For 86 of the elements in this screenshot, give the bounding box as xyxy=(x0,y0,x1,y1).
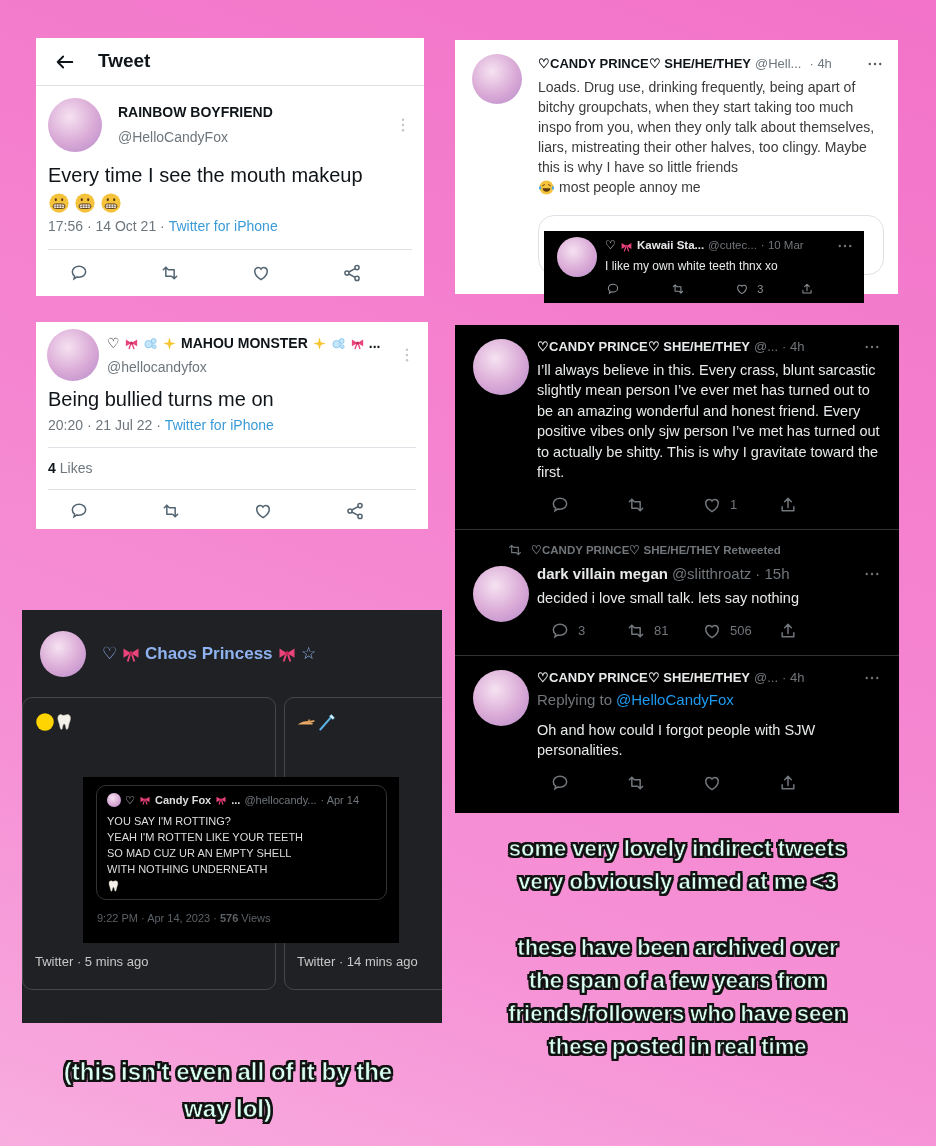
tweet-text: Being bullied turns me on xyxy=(48,387,275,411)
likes-label: Likes xyxy=(59,459,93,478)
star-symbol: ☆ xyxy=(300,642,316,665)
tweet-timestamp: 17:56 · 14 Oct 21 · xyxy=(48,217,165,236)
source-link[interactable]: Twitter for iPhone xyxy=(164,415,274,436)
user-handle: @slitthroatz xyxy=(671,563,752,584)
user-handle: @... xyxy=(754,668,779,687)
tweet-time: · 4h xyxy=(782,668,805,687)
display-name: Candy Fox xyxy=(155,793,212,808)
laughing-emoji-icon xyxy=(538,179,555,197)
share-icon[interactable] xyxy=(341,263,362,283)
tweet-time: · 4h xyxy=(782,338,805,356)
display-name: ♡CANDY PRINCE♡ SHE/HE/THEY xyxy=(538,55,751,73)
caption-text: some very lovely indirect tweets very obviously aimed at me <3 xyxy=(507,835,848,896)
tweet-time: · 4h xyxy=(809,55,832,73)
tooth-icon xyxy=(107,878,121,893)
action-count: 1 xyxy=(730,495,738,514)
action-count: 3 xyxy=(578,622,586,640)
avatar xyxy=(107,793,121,808)
tweet-timestamp: 9:22 PM · Apr 14, 2023 · 576 Views xyxy=(96,910,272,926)
tweet-time: · 10 Mar xyxy=(760,238,804,254)
display-name: Kawaii Sta... xyxy=(637,238,705,254)
display-name: ♡CANDY PRINCE♡ SHE/HE/THEY xyxy=(537,338,750,356)
speech-bubble-icon[interactable] xyxy=(69,501,89,521)
share-icon[interactable] xyxy=(345,501,365,521)
caption-text: these have been archived over the span of a few years from friends/followers who have seen these posted in real time xyxy=(507,934,848,1061)
replying-label: Replying to xyxy=(537,690,613,711)
bubbles-icon xyxy=(330,335,346,351)
sparkle-icon xyxy=(162,335,177,351)
action-count: 81 xyxy=(654,622,669,640)
tweet-time: · 15h xyxy=(755,563,790,584)
source-link[interactable]: Twitter for iPhone xyxy=(168,216,278,237)
display-name: RAINBOW BOYFRIEND xyxy=(118,103,273,122)
tweet-timestamp: 20:20 · 21 Jul 22 · xyxy=(48,416,161,435)
action-count: 3 xyxy=(757,282,764,297)
grimace-emoji-icon xyxy=(100,191,122,214)
likes-count: 4 xyxy=(48,459,56,478)
heart-symbol: ♡ xyxy=(107,333,120,353)
display-name: Chaos Princess xyxy=(145,642,273,665)
ellipsis: ... xyxy=(368,333,381,353)
action-count: 506 xyxy=(730,622,752,640)
grimace-emoji-icon xyxy=(74,191,96,214)
bow-icon xyxy=(215,794,228,807)
heart-icon[interactable] xyxy=(735,282,750,297)
tweet-time: · Apr 14 xyxy=(320,793,360,808)
avatar xyxy=(48,98,102,152)
tweet-text: most people annoy me xyxy=(559,178,701,195)
circle-emoji-icon xyxy=(35,712,55,732)
heart-symbol: ♡ xyxy=(102,642,117,665)
grimace-emoji-icon xyxy=(48,191,70,214)
bubbles-icon xyxy=(143,335,158,351)
sparkle-icon xyxy=(311,335,327,351)
avatar xyxy=(473,339,529,395)
toothbrush-icon xyxy=(317,712,337,732)
display-name: MAHOU MONSTER xyxy=(181,333,308,353)
retweet-icon[interactable] xyxy=(670,282,685,297)
ellipsis: ... xyxy=(231,793,241,808)
tweet-text: Oh and how could I forgot people with SJW personalities. xyxy=(537,720,817,761)
tweet-text: Every time I see the mouth makeup xyxy=(48,163,364,188)
user-handle: @hellocandyfox xyxy=(107,357,208,377)
avatar xyxy=(40,630,86,677)
heart-symbol: ♡ xyxy=(605,238,616,254)
avatar xyxy=(47,329,99,381)
caption-text: (this isn't even all of it by the way lol) xyxy=(62,1057,394,1124)
display-name: ♡CANDY PRINCE♡ SHE/HE/THEY xyxy=(537,668,750,687)
heart-symbol: ♡ xyxy=(125,793,135,808)
avatar xyxy=(557,237,597,277)
mention-link[interactable]: @HelloCandyFox xyxy=(616,689,734,712)
user-handle: @Hell... xyxy=(755,55,802,73)
retweeted-label: ♡CANDY PRINCE♡ SHE/HE/THEY Retweeted xyxy=(531,542,781,558)
user-handle: @cutec... xyxy=(708,238,757,254)
card-footer-text: Twitter · 5 mins ago xyxy=(34,952,150,971)
upload-icon[interactable] xyxy=(799,282,814,297)
avatar xyxy=(472,54,522,104)
user-handle: @HelloCandyFox xyxy=(118,128,229,147)
card-footer-text: Twitter · 14 mins ago xyxy=(296,952,419,971)
tweet-text: decided i love small talk. lets say nothing xyxy=(537,589,800,609)
display-name: dark villain megan xyxy=(537,563,668,584)
tweet-text: I like my own white teeth thnx xo xyxy=(605,258,779,275)
user-handle: @hellocandy... xyxy=(244,793,317,808)
bow-icon xyxy=(139,794,151,807)
user-handle: @... xyxy=(754,338,779,356)
page-title: Tweet xyxy=(98,49,151,74)
tweet-text: I’ll always believe in this. Every crass, blunt sarcastic slightly mean person I’ve ever met has turned out to be an amazing wonderful and honest friend. Every positive vibes only sjw person I’ve met has turned out to actually be shitty. This is why I gravitate toward the first. xyxy=(537,360,881,482)
tweet-text: YOU SAY I'M ROTTING? YEAH I'M ROTTEN LIKE YOUR TEETH SO MAD CUZ UR AN EMPTY SHELL WITH NOTHING UNDERNEATH xyxy=(107,813,305,877)
speech-bubble-icon[interactable] xyxy=(606,282,621,297)
